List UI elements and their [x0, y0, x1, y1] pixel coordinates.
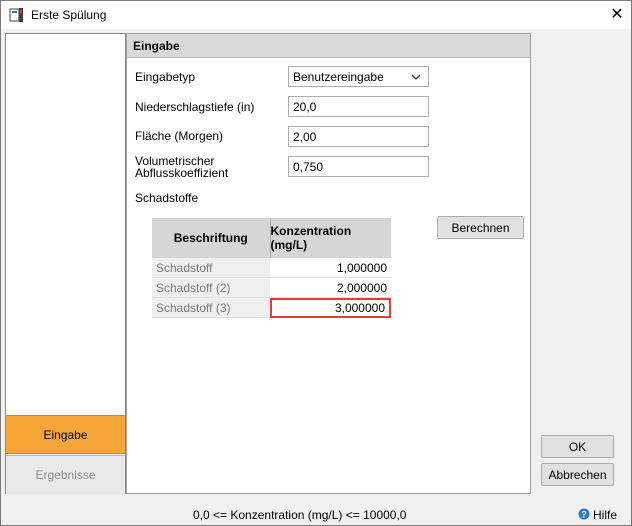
row-value-cell[interactable]: 2,000000 — [270, 278, 391, 298]
depth-field[interactable]: 20,0 — [288, 96, 429, 117]
compute-button[interactable]: Berechnen — [437, 216, 524, 239]
row-label-cell[interactable]: Schadstoff (2) — [152, 278, 270, 298]
input-type-value: Benutzereingabe — [293, 70, 384, 84]
table-row: Schadstoff (2) 2,000000 — [152, 278, 391, 298]
row-label-cell[interactable]: Schadstoff (3) — [152, 298, 270, 318]
input-type-label: Eingabetyp — [135, 70, 196, 84]
window-title: Erste Spülung — [31, 8, 107, 22]
chevron-down-icon — [411, 74, 421, 80]
row-value-cell[interactable]: 1,000000 — [270, 258, 391, 278]
sidebar-item-ergebnisse[interactable]: Ergebnisse — [6, 455, 125, 494]
close-button[interactable]: ✕ — [605, 3, 629, 27]
help-icon[interactable]: ? — [578, 508, 590, 520]
column-header-label[interactable]: Beschriftung — [152, 218, 271, 258]
table-header: Beschriftung Konzentration (mg/L) — [152, 218, 391, 258]
table-row: Schadstoff 1,000000 — [152, 258, 391, 278]
coefficient-field[interactable]: 0,750 — [288, 156, 429, 177]
pollutants-table: Beschriftung Konzentration (mg/L) Schads… — [152, 218, 391, 318]
sidebar-item-eingabe[interactable]: Eingabe — [6, 415, 125, 454]
ok-button[interactable]: OK — [541, 435, 614, 458]
coefficient-label: Volumetrischer Abflusskoeffizient — [135, 155, 228, 179]
sidebar: Eingabe Ergebnisse — [5, 33, 126, 494]
cancel-button[interactable]: Abbrechen — [541, 463, 614, 486]
depth-label: Niederschlagstiefe (in) — [135, 100, 255, 114]
title-bar: Erste Spülung ✕ — [1, 1, 631, 29]
pollutants-label: Schadstoffe — [135, 191, 199, 205]
sidebar-item-label: Eingabe — [43, 427, 88, 442]
column-header-concentration[interactable]: Konzentration (mg/L) — [270, 218, 391, 258]
area-label: Fläche (Morgen) — [135, 129, 224, 143]
input-type-select[interactable]: Benutzereingabe — [288, 66, 429, 87]
row-value-cell-selected[interactable]: 3,000000 — [270, 298, 391, 318]
area-field[interactable]: 2,00 — [288, 126, 429, 147]
help-link[interactable]: Hilfe — [593, 508, 617, 522]
sidebar-item-label: Ergebnisse — [35, 468, 96, 482]
coefficient-label-line2: Abflusskoeffizient — [135, 166, 229, 180]
panel-header: Eingabe — [127, 34, 530, 58]
panel-title: Eingabe — [133, 39, 180, 53]
app-icon — [9, 8, 23, 22]
status-text: 0,0 <= Konzentration (mg/L) <= 10000,0 — [193, 508, 407, 522]
table-row: Schadstoff (3) 3,000000 — [152, 298, 391, 318]
input-panel: Eingabe Eingabetyp Benutzereingabe Niede… — [126, 33, 531, 494]
svg-text:?: ? — [581, 510, 587, 520]
row-label-cell[interactable]: Schadstoff — [152, 258, 270, 278]
